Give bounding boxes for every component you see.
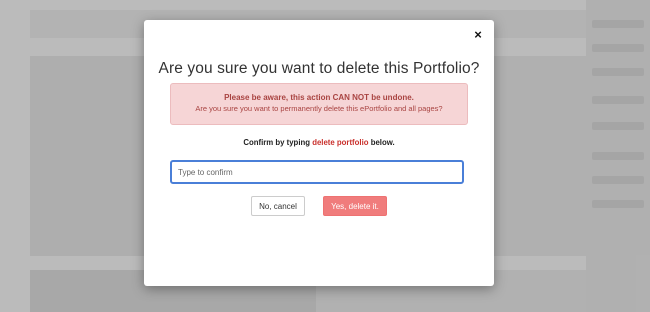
- confirm-phrase: delete portfolio: [312, 138, 369, 147]
- warning-text: Are you sure you want to permanently del…: [195, 104, 443, 113]
- warning-heading: Please be aware, this action CAN NOT be …: [224, 93, 414, 102]
- cancel-button[interactable]: No, cancel: [251, 196, 305, 216]
- confirm-suffix: below.: [370, 138, 395, 147]
- confirm-input[interactable]: [170, 160, 464, 184]
- dialog-title: Are you sure you want to delete this Por…: [158, 60, 480, 77]
- confirm-prefix: Confirm by typing: [243, 138, 311, 147]
- close-icon[interactable]: ×: [471, 28, 485, 42]
- delete-portfolio-dialog: × Are you sure you want to delete this P…: [144, 20, 494, 286]
- confirm-delete-button[interactable]: Yes, delete it.: [323, 196, 387, 216]
- warning-alert: Please be aware, this action CAN NOT be …: [170, 83, 468, 125]
- confirm-instruction: Confirm by typing delete portfolio below…: [144, 138, 494, 147]
